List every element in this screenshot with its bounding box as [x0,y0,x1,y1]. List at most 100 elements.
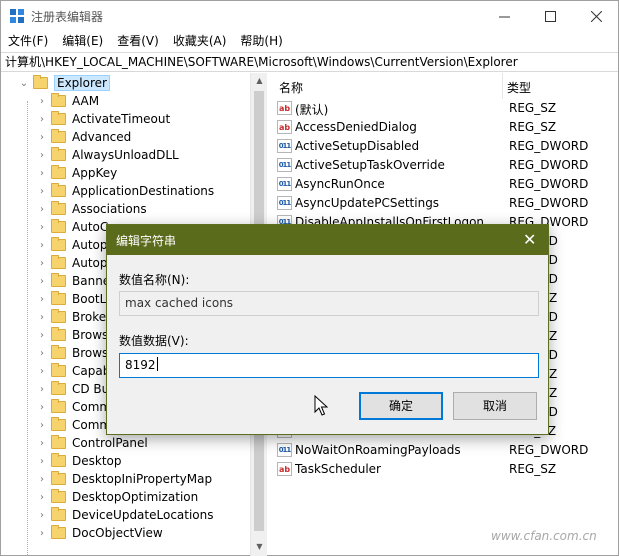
dword-value-icon: 011 [277,177,292,191]
folder-icon [51,165,66,179]
tree-item-label: AppKey [72,166,118,180]
value-name: NoWaitOnRoamingPayloads [295,443,461,457]
list-item[interactable]: ab (默认) REG_SZ [271,99,618,118]
maximize-button[interactable] [527,1,573,31]
chevron-right-icon[interactable]: › [37,168,47,179]
chevron-right-icon[interactable]: › [37,366,47,377]
folder-icon [51,453,66,467]
minimize-icon [498,16,510,17]
tree-item-label: DeviceUpdateLocations [72,508,214,522]
chevron-right-icon[interactable]: › [37,204,47,215]
chevron-right-icon[interactable]: › [37,222,47,233]
folder-icon [51,111,66,125]
column-divider[interactable] [502,73,503,99]
menu-help[interactable]: 帮助(H) [233,31,289,51]
list-item[interactable]: 011 NoWaitOnRoamingPayloads REG_DWORD [271,441,618,460]
folder-icon [51,399,66,413]
window-title: 注册表编辑器 [31,10,104,24]
chevron-right-icon[interactable]: › [37,402,47,413]
tree-item[interactable]: › DocObjectView [37,524,163,542]
chevron-right-icon[interactable]: › [37,132,47,143]
chevron-right-icon[interactable]: › [37,456,47,467]
chevron-right-icon[interactable]: › [37,312,47,323]
chevron-right-icon[interactable]: › [37,330,47,341]
scroll-down-icon[interactable]: ▼ [251,539,268,555]
tree-item[interactable]: › DeviceUpdateLocations [37,506,214,524]
folder-icon [51,345,66,359]
chevron-right-icon[interactable]: › [37,474,47,485]
tree-item-label: ControlPanel [72,436,148,450]
scroll-up-icon[interactable]: ▲ [251,73,268,89]
list-item[interactable]: ab TaskScheduler REG_SZ [271,460,618,479]
tree-item[interactable]: › AutoCo [37,218,116,236]
tree-item[interactable]: › Banne [37,272,110,290]
list-item[interactable]: 011 AsyncRunOnce REG_DWORD [271,175,618,194]
tree-item[interactable]: › AAM [37,92,99,110]
tree-item[interactable]: › Broker [37,308,111,326]
chevron-right-icon[interactable]: › [37,420,47,431]
title-bar: 注册表编辑器 [1,1,618,31]
cancel-button[interactable]: 取消 [453,392,537,420]
value-type: REG_SZ [509,462,557,476]
chevron-right-icon[interactable]: › [37,528,47,539]
tree-item[interactable]: › ControlPanel [37,434,148,452]
tree-item[interactable]: › BootLo [37,290,113,308]
list-header: 名称 类型 [271,73,618,99]
address-bar[interactable]: 计算机\HKEY_LOCAL_MACHINE\SOFTWARE\Microsof… [1,52,618,72]
list-item[interactable]: 011 ActiveSetupTaskOverride REG_DWORD [271,156,618,175]
menu-edit[interactable]: 编辑(E) [55,31,110,51]
tree-item[interactable]: › DesktopOptimization [37,488,198,506]
tree-item[interactable]: › AlwaysUnloadDLL [37,146,179,164]
chevron-right-icon[interactable]: › [37,510,47,521]
tree-item[interactable]: › Browse [37,344,116,362]
menu-favorites[interactable]: 收藏夹(A) [166,31,234,51]
chevron-right-icon[interactable]: › [37,186,47,197]
tree-item[interactable]: › DesktopIniPropertyMap [37,470,212,488]
chevron-down-icon[interactable]: ⌄ [19,78,29,89]
column-header-type[interactable]: 类型 [507,79,531,96]
tree-item[interactable]: › Comm [37,416,111,434]
tree-item[interactable]: › Browse [37,326,116,344]
dword-value-icon: 011 [277,196,292,210]
chevron-right-icon[interactable]: › [37,96,47,107]
value-type: REG_DWORD [509,139,589,153]
tree-item-explorer[interactable]: ⌄ Explorer [19,74,110,92]
menu-file[interactable]: 文件(F) [1,31,55,51]
chevron-right-icon[interactable]: › [37,258,47,269]
folder-icon [51,507,66,521]
tree-item[interactable]: › Advanced [37,128,131,146]
tree-item-label: CD Bu [72,382,110,396]
chevron-right-icon[interactable]: › [37,384,47,395]
value-type: REG_SZ [509,101,557,115]
tree-item[interactable]: › ActivateTimeout [37,110,170,128]
chevron-right-icon[interactable]: › [37,150,47,161]
tree-item[interactable]: › Associations [37,200,147,218]
tree-item[interactable]: › Capab [37,362,110,380]
menu-view[interactable]: 查看(V) [110,31,166,51]
list-item[interactable]: ab AccessDeniedDialog REG_SZ [271,118,618,137]
tree-item[interactable]: › AppKey [37,164,117,182]
list-item[interactable]: 011 AsyncUpdatePCSettings REG_DWORD [271,194,618,213]
chevron-right-icon[interactable]: › [37,294,47,305]
folder-icon [51,183,66,197]
tree-item[interactable]: › Comm [37,398,111,416]
dialog-close-icon[interactable]: ✕ [523,230,536,249]
tree-item[interactable]: › Desktop [37,452,122,470]
close-button[interactable] [573,1,619,31]
chevron-right-icon[interactable]: › [37,492,47,503]
chevron-right-icon[interactable]: › [37,276,47,287]
chevron-right-icon[interactable]: › [37,114,47,125]
chevron-right-icon[interactable]: › [37,348,47,359]
minimize-button[interactable] [481,1,527,31]
chevron-right-icon[interactable]: › [37,240,47,251]
string-value-icon: ab [277,101,292,115]
chevron-right-icon[interactable]: › [37,438,47,449]
folder-icon [51,237,66,251]
value-data-input[interactable]: 8192 [119,353,539,378]
tree-item[interactable]: › ApplicationDestinations [37,182,214,200]
list-item[interactable]: 011 ActiveSetupDisabled REG_DWORD [271,137,618,156]
column-header-name[interactable]: 名称 [279,79,303,96]
folder-icon [51,273,66,287]
tree-item[interactable]: › CD Bu [37,380,109,398]
ok-button[interactable]: 确定 [359,392,443,420]
